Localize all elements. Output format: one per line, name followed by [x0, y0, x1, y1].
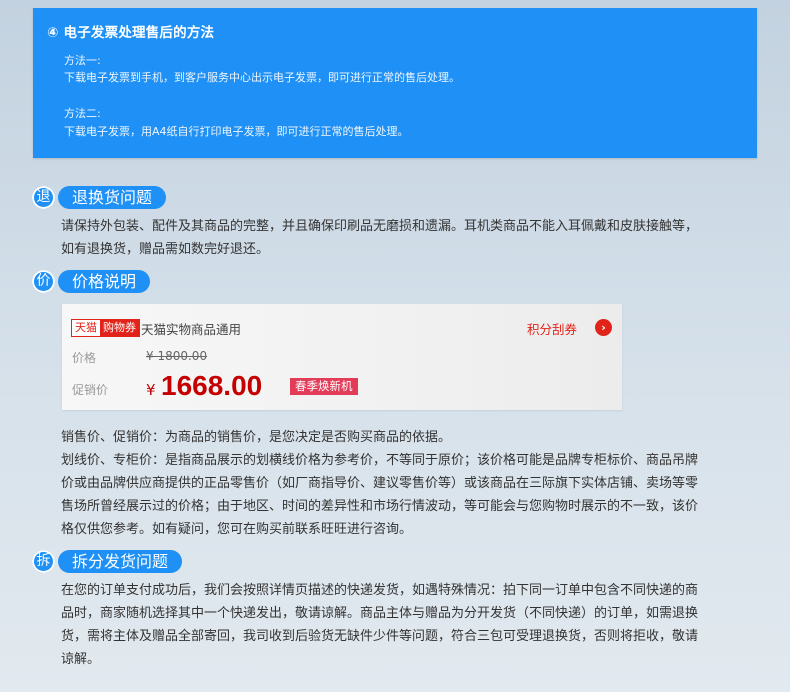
method2-label: 方法二:: [64, 107, 101, 120]
method1-text: 下载电子发票到手机，到客户服务中心出示电子发票，即可进行正常的售后处理。: [64, 71, 460, 84]
price-line: 格仅供您参考。如有疑问，您可在购买前联系旺旺进行咨询。: [61, 522, 413, 537]
split-icon: 拆: [32, 550, 55, 573]
method2-text: 下载电子发票，用A4纸自行打印电子发票，即可进行正常的售后处理。: [64, 125, 409, 138]
tmall-coupon-desc: 天猫实物商品通用: [141, 322, 242, 337]
e-invoice-panel: ④ 电子发票处理售后的方法 方法一: 下载电子发票到手机，到客户服务中心出示电子…: [33, 8, 757, 158]
method1-label: 方法一:: [64, 54, 101, 67]
split-line: 谅解。: [61, 652, 101, 667]
price-line: 划线价、专柜价：是指商品展示的划横线价格为参考价，不等同于原价；该价格可能是品牌…: [61, 453, 699, 468]
promo-price: 1668.00: [161, 370, 263, 401]
tmall-logo-text: 天猫: [72, 320, 100, 336]
e-invoice-title: ④ 电子发票处理售后的方法: [47, 25, 215, 41]
price-line: 销售价、促销价：为商品的销售价，是您决定是否购买商品的依据。: [61, 430, 452, 445]
price-line: 价或由品牌供应商提供的正品零售价（如厂商指导价、建议零售价等）或该商品在三际旗下…: [61, 476, 699, 491]
promo-tag: 春季焕新机: [290, 378, 358, 395]
coupon-text: 购物券: [100, 320, 139, 336]
split-line: 在您的订单支付成功后，我们会按照详情页描述的快递发货，如遇特殊情况：拍下同一订单…: [61, 583, 699, 598]
returns-line: 请保持外包装、配件及其商品的完整，并且确保印刷品无磨损和遗漏。耳机类商品不能入耳…: [61, 219, 699, 234]
original-price: ¥ 1800.00: [146, 349, 208, 363]
returns-icon: 退: [32, 186, 55, 209]
promo-currency: ¥: [146, 381, 156, 399]
returns-text: 请保持外包装、配件及其商品的完整，并且确保印刷品无磨损和遗漏。耳机类商品不能入耳…: [61, 215, 758, 261]
points-coupon-link[interactable]: 积分刮券: [527, 319, 577, 338]
price-example-card: 天猫 购物券 天猫实物商品通用 积分刮券 › 价格 ¥ 1800.00 促销价 …: [62, 304, 622, 410]
split-line: 品时，商家随机选择其中一个快递发出，敬请谅解。商品主体与赠品为分开发货（不同快递…: [61, 606, 699, 621]
price-text: 销售价、促销价：为商品的销售价，是您决定是否购买商品的依据。 划线价、专柜价：是…: [61, 426, 758, 541]
returns-line: 如有退换货，赠品需如数完好退还。: [61, 242, 270, 257]
split-title: 拆分发货问题: [58, 550, 183, 573]
original-price-label: 价格: [72, 351, 97, 365]
price-title: 价格说明: [58, 270, 151, 293]
split-line: 货，需将主体及赠品全部寄回，我司收到后验货无缺件少件等问题，符合三包可受理退换货…: [61, 629, 699, 644]
price-icon: 价: [32, 270, 55, 293]
chevron-right-icon[interactable]: ›: [595, 319, 612, 336]
promo-price-label: 促销价: [72, 383, 109, 397]
price-line: 售场所曾经展示过的价格；由于地区、时间的差异性和市场行情波动，等可能会与您购物时…: [61, 499, 699, 514]
split-text: 在您的订单支付成功后，我们会按照详情页描述的快递发货，如遇特殊情况：拍下同一订单…: [61, 579, 758, 671]
returns-title: 退换货问题: [58, 186, 167, 209]
tmall-coupon-badge: 天猫 购物券: [71, 319, 140, 337]
